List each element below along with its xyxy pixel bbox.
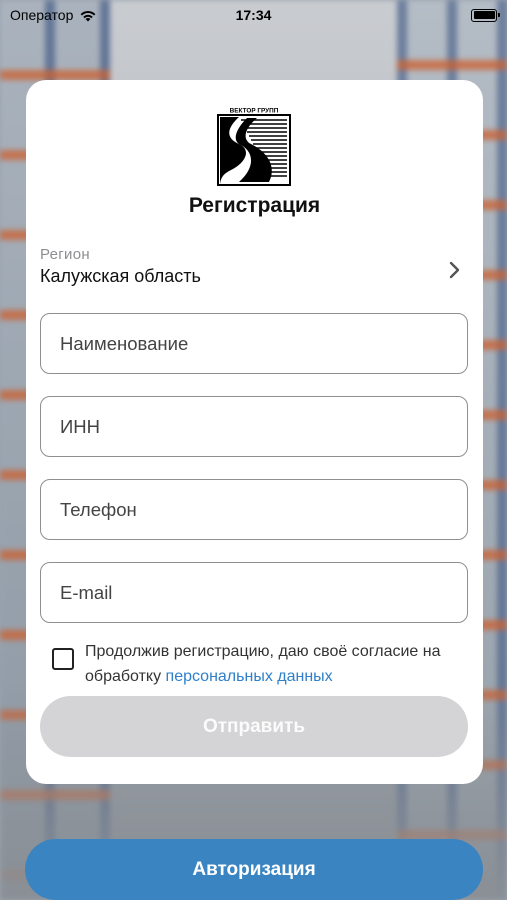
region-value: Калужская область [40,266,201,286]
wifi-icon [80,10,96,21]
submit-button[interactable]: Отправить [40,696,468,757]
status-bar: Оператор 17:34 [0,0,507,30]
phone-field [40,479,468,540]
personal-data-link[interactable]: персональных данных [166,668,333,685]
region-label: Регион [40,246,90,263]
email-input[interactable] [41,563,467,622]
region-selector[interactable]: Регион Калужская область [40,246,469,294]
battery-level [473,11,495,19]
email-field [40,562,468,623]
carrier-name: Оператор [10,7,74,23]
phone-input[interactable] [41,480,467,539]
inn-field [40,396,468,457]
page-title: Регистрация [188,194,321,217]
authorization-button[interactable]: Авторизация [25,839,483,900]
vector-group-logo: ВЕКТОР ГРУПП [217,106,291,186]
battery-icon [471,8,500,22]
logo-text: ВЕКТОР ГРУПП [230,108,279,115]
name-field [40,313,468,374]
inn-input[interactable] [41,397,467,456]
name-input[interactable] [41,314,467,373]
status-left: Оператор [10,7,97,23]
status-time: 17:34 [235,7,272,23]
consent-checkbox[interactable] [52,648,74,670]
consent-row: Продолжив регистрацию, даю своё согласие… [50,638,470,688]
chevron-right-icon [449,261,460,279]
registration-card: ВЕКТОР ГРУПП Регистрация Регион Калужска… [26,80,483,784]
consent-text: Продолжив регистрацию, даю своё согласие… [85,639,470,689]
